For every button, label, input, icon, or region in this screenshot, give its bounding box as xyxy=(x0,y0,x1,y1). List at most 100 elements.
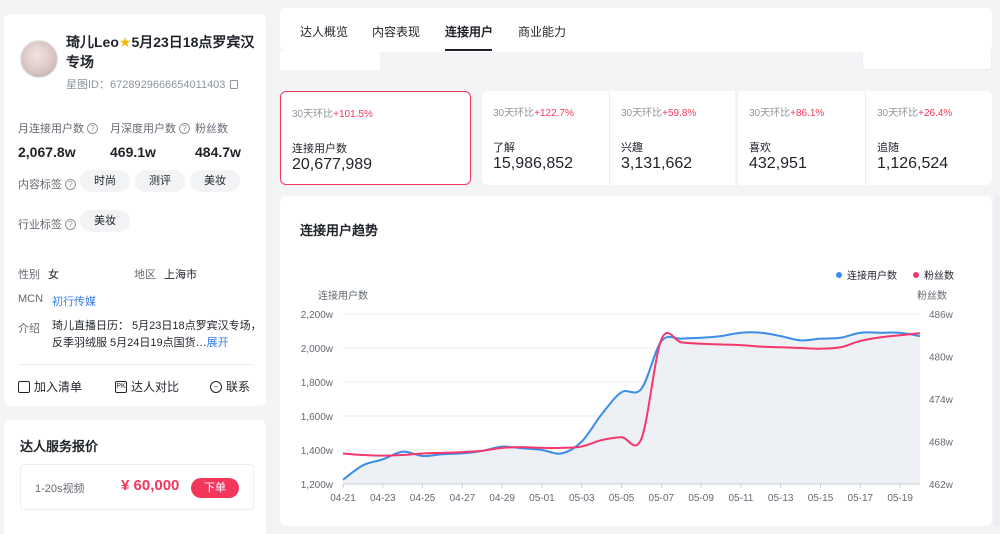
scrollbar-track[interactable] xyxy=(994,196,1000,526)
y-left-tick-label: 1,800w xyxy=(301,378,334,389)
avatar[interactable] xyxy=(20,40,58,78)
industry-tags-label: 行业标签? xyxy=(18,216,76,232)
x-tick-label: 05-09 xyxy=(688,493,714,504)
contact-label: 联系 xyxy=(226,380,251,394)
y-right-tick-label: 480w xyxy=(929,353,954,364)
star-id-text: 星图ID：6728929666654011403 xyxy=(66,79,226,91)
collapsed-filter-bar xyxy=(280,52,380,70)
y-right-tick-label: 462w xyxy=(929,480,954,491)
metric-change: 30天环比+101.5% xyxy=(292,105,373,120)
stat-monthly-connected: 月连接用户数? 2,067.8w xyxy=(18,120,98,160)
metric-value: 3,131,662 xyxy=(621,155,693,172)
y-right-tick-label: 468w xyxy=(929,438,954,449)
metric-card-interest[interactable]: 30天环比+59.8% 兴趣 3,131,662 xyxy=(609,91,735,185)
metric-change: 30天环比+59.8% xyxy=(621,104,696,119)
metric-card-like[interactable]: 30天环比+86.1% 喜欢 432,951 xyxy=(737,91,865,185)
profile-card: 琦儿Leo★5月23日18点罗宾汉专场 星图ID：672892966665401… xyxy=(4,14,266,406)
x-tick-label: 05-15 xyxy=(808,493,834,504)
metric-card-follow[interactable]: 30天环比+26.4% 追随 1,126,524 xyxy=(865,91,992,185)
help-icon[interactable]: ? xyxy=(65,218,76,230)
tab-bar: 达人概览 内容表现 连接用户 商业能力 xyxy=(280,8,992,52)
help-icon[interactable]: ? xyxy=(179,122,190,134)
metric-change-value: +101.5% xyxy=(333,109,373,120)
price-title: 达人服务报价 xyxy=(20,439,99,454)
y-left-tick-label: 2,000w xyxy=(301,344,334,355)
tab-overview[interactable]: 达人概览 xyxy=(300,23,348,40)
add-to-list-label: 加入清单 xyxy=(34,380,83,394)
x-tick-label: 04-21 xyxy=(330,493,356,504)
x-tick-label: 05-07 xyxy=(649,493,675,504)
metric-change-prefix: 30天环比 xyxy=(292,109,334,120)
help-icon[interactable]: ? xyxy=(87,122,98,134)
x-tick-label: 04-27 xyxy=(450,493,476,504)
industry-tag: 美妆 xyxy=(80,210,130,232)
metric-value: 1,126,524 xyxy=(877,155,949,172)
metric-change-value: +122.7% xyxy=(534,108,574,119)
content-tag: 美妆 xyxy=(190,170,240,192)
stat-label: 月深度用户数 xyxy=(110,123,176,135)
tab-business[interactable]: 商业能力 xyxy=(518,23,566,40)
price-value: ¥ 60,000 xyxy=(121,477,180,494)
content-tags-label: 内容标签? xyxy=(18,176,76,192)
y-right-tick-label: 474w xyxy=(929,395,954,406)
trend-chart: 2,200w 2,000w 1,800w 1,600w 1,400w 1,200w 486w… xyxy=(301,310,954,504)
chat-icon: – xyxy=(210,380,222,393)
price-row: 1-20s视频 ¥ 60,000 下单 xyxy=(20,464,254,510)
help-icon[interactable]: ? xyxy=(65,178,76,190)
x-tick-label: 05-01 xyxy=(529,493,555,504)
content-tags-label-text: 内容标签 xyxy=(18,179,62,191)
metric-change-value: +86.1% xyxy=(790,108,825,119)
x-tick-label: 04-25 xyxy=(410,493,436,504)
content-tag: 时尚 xyxy=(80,170,130,192)
intro-content: 琦儿直播日历： 5月23日18点罗宾汉专场，反季羽绒服 5月24日19点国货… xyxy=(52,320,262,349)
order-button[interactable]: 下单 xyxy=(191,478,239,498)
tab-connected-users[interactable]: 连接用户 xyxy=(445,23,493,40)
stat-followers: 粉丝数 484.7w xyxy=(195,120,241,160)
list-add-icon xyxy=(18,380,30,393)
x-tick-label: 04-23 xyxy=(370,493,396,504)
metric-change-prefix: 30天环比 xyxy=(877,108,919,119)
metric-change-prefix: 30天环比 xyxy=(493,108,535,119)
copy-icon[interactable] xyxy=(230,80,239,89)
metric-change-prefix: 30天环比 xyxy=(749,108,791,119)
price-card: 达人服务报价 1-20s视频 ¥ 60,000 下单 xyxy=(4,420,266,534)
trend-chart-card: 连接用户趋势 连接用户数 粉丝数 连接用户数 粉丝数 2,200w 2,000w 1… xyxy=(280,196,992,526)
metric-label: 了解 xyxy=(493,142,515,154)
x-tick-label: 05-17 xyxy=(848,493,874,504)
stat-value: 469.1w xyxy=(110,144,156,160)
metric-label: 兴趣 xyxy=(621,142,643,154)
add-to-list-button[interactable]: 加入清单 xyxy=(18,378,82,395)
y-left-tick-label: 1,600w xyxy=(301,412,334,423)
metric-change-prefix: 30天环比 xyxy=(621,108,663,119)
y-left-tick-label: 2,200w xyxy=(301,310,334,321)
intro-label: 介绍 xyxy=(18,323,40,335)
stat-value: 2,067.8w xyxy=(18,144,76,160)
mcn-label: MCN xyxy=(18,293,44,305)
x-tick-label: 04-29 xyxy=(489,493,515,504)
metric-value: 20,677,989 xyxy=(292,156,373,173)
metric-card-connected-users[interactable]: 30天环比+101.5% 连接用户数 20,677,989 xyxy=(280,91,471,185)
metric-change: 30天环比+26.4% xyxy=(877,104,952,119)
contact-button[interactable]: – 联系 xyxy=(210,378,250,395)
intro-text: 琦儿直播日历： 5月23日18点罗宾汉专场，反季羽绒服 5月24日19点国货…展… xyxy=(52,318,262,352)
expand-link[interactable]: 展开 xyxy=(207,337,229,349)
stat-monthly-deep: 月深度用户数? 469.1w xyxy=(110,120,190,160)
mcn-link[interactable]: 初行传媒 xyxy=(52,293,96,309)
metric-value: 432,951 xyxy=(749,155,807,172)
stat-label: 粉丝数 xyxy=(195,123,228,135)
region-label: 地区 xyxy=(134,269,156,281)
creator-name-part1: 琦儿Leo xyxy=(66,34,119,50)
x-tick-label: 05-11 xyxy=(729,493,754,504)
price-type: 1-20s视频 xyxy=(35,483,85,495)
collapsed-select[interactable] xyxy=(862,52,992,70)
compare-button[interactable]: PK 达人对比 xyxy=(115,378,179,395)
metric-label: 喜欢 xyxy=(749,142,771,154)
x-tick-label: 05-19 xyxy=(887,493,913,504)
gender-value: 女 xyxy=(48,269,59,281)
content-tag: 测评 xyxy=(135,170,185,192)
tab-content[interactable]: 内容表现 xyxy=(372,23,420,40)
creator-name: 琦儿Leo★5月23日18点罗宾汉专场 xyxy=(66,32,262,72)
y-right-tick-label: 486w xyxy=(929,310,954,321)
metric-change: 30天环比+86.1% xyxy=(749,104,824,119)
star-id: 星图ID：6728929666654011403 xyxy=(66,76,239,92)
